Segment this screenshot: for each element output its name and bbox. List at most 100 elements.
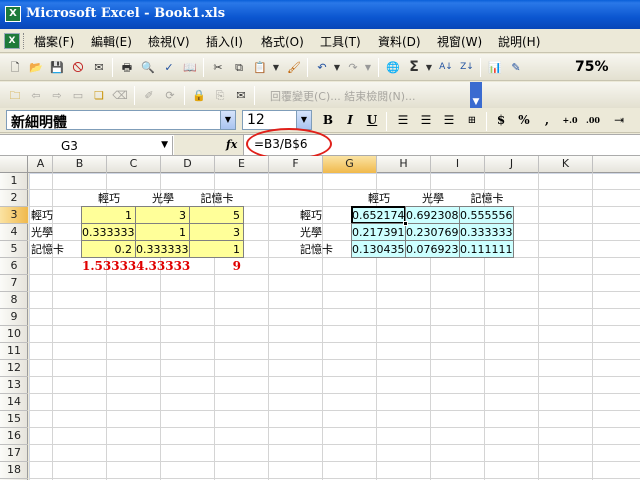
research-icon[interactable]: 📖 (181, 59, 199, 76)
indent-icon[interactable]: ⇥ (610, 112, 628, 129)
print-preview-icon[interactable]: 🔍 (139, 59, 157, 76)
header-cell[interactable]: 輕巧 (352, 190, 406, 207)
row-header[interactable]: 11 (0, 343, 28, 360)
menu-window[interactable]: 視窗(W) (437, 33, 482, 50)
value-cell[interactable]: 5 (189, 206, 244, 224)
menu-tools[interactable]: 工具(T) (320, 33, 361, 50)
toolbar-options-icon[interactable]: ▼ (470, 82, 482, 108)
column-header[interactable]: D (161, 156, 215, 173)
autosum-icon[interactable]: Σ (405, 59, 423, 76)
insert-function-icon[interactable]: fx (226, 138, 237, 151)
menu-edit[interactable]: 編輯(E) (91, 33, 132, 50)
permission-icon[interactable]: 🛇 (69, 59, 87, 76)
bold-icon[interactable]: B (319, 112, 337, 129)
row-header[interactable]: 17 (0, 445, 28, 462)
row-header[interactable]: 1 (0, 173, 28, 190)
header-cell[interactable]: 記憶卡 (460, 190, 514, 207)
italic-icon[interactable]: I (341, 112, 359, 129)
value-cell[interactable]: 0.692308 (405, 206, 460, 224)
value-cell[interactable]: 0.076923 (405, 240, 460, 258)
row-header[interactable]: 12 (0, 360, 28, 377)
row-header[interactable]: 7 (0, 275, 28, 292)
chevron-down-icon[interactable]: ▼ (220, 111, 235, 129)
sort-descending-icon[interactable]: Z↓ (458, 59, 476, 76)
redo-icon[interactable]: ↷ (344, 59, 362, 76)
zoom-level[interactable]: 75% (575, 57, 637, 77)
value-cell[interactable]: 0.333333 (459, 223, 514, 241)
share-icon[interactable]: ⎘ (211, 87, 229, 104)
row-label-cell[interactable]: 輕巧 (29, 207, 82, 224)
row-label-cell[interactable]: 記憶卡 (298, 241, 352, 258)
header-cell[interactable]: 光學 (136, 190, 190, 207)
next-comment-icon[interactable]: ⇨ (48, 87, 66, 104)
chevron-down-icon[interactable]: ▼ (270, 59, 282, 76)
decrease-decimal-icon[interactable]: .00 (584, 112, 602, 129)
currency-icon[interactable]: $ (492, 112, 510, 129)
value-cell[interactable]: 0.2 (81, 240, 136, 258)
row-header[interactable]: 10 (0, 326, 28, 343)
font-name-box[interactable]: 新細明體 ▼ (6, 110, 236, 131)
save-icon[interactable]: 💾 (48, 59, 66, 76)
previous-comment-icon[interactable]: ⇦ (27, 87, 45, 104)
font-size-box[interactable]: 12 ▼ (242, 110, 312, 130)
menu-insert[interactable]: 插入(I) (206, 33, 243, 50)
print-icon[interactable]: 🖶 (118, 59, 136, 76)
value-cell[interactable]: 0.333333 (135, 240, 190, 258)
menu-file[interactable]: 檔案(F) (34, 33, 74, 50)
chevron-down-icon[interactable]: ▼ (331, 59, 343, 76)
total-cell[interactable]: 4.33333 (136, 258, 190, 275)
value-cell[interactable]: 0.230769 (405, 223, 460, 241)
column-header[interactable]: C (107, 156, 161, 173)
spelling-icon[interactable]: ✓ (160, 59, 178, 76)
row-label-cell[interactable]: 光學 (298, 224, 352, 241)
column-header[interactable]: E (215, 156, 269, 173)
row-header[interactable]: 5 (0, 241, 28, 258)
select-all-button[interactable] (0, 156, 28, 173)
chevron-down-icon[interactable]: ▼ (296, 111, 311, 129)
column-header[interactable]: H (377, 156, 431, 173)
column-header[interactable]: J (485, 156, 539, 173)
column-header[interactable]: I (431, 156, 485, 173)
header-cell[interactable]: 輕巧 (82, 190, 136, 207)
align-right-icon[interactable]: ☰ (440, 112, 458, 129)
menu-help[interactable]: 說明(H) (498, 33, 540, 50)
workbook-icon[interactable]: X (4, 33, 20, 49)
row-header[interactable]: 13 (0, 377, 28, 394)
row-label-cell[interactable]: 記憶卡 (29, 241, 82, 258)
column-header[interactable]: A (29, 156, 53, 173)
track-changes-icon[interactable]: ✐ (140, 87, 158, 104)
row-header[interactable]: 16 (0, 428, 28, 445)
column-header[interactable]: B (53, 156, 107, 173)
open-icon[interactable]: 📂 (27, 59, 45, 76)
send-icon[interactable]: ✉ (232, 87, 250, 104)
paste-icon[interactable]: 📋 (251, 59, 269, 76)
toolbar-grip[interactable] (23, 33, 26, 49)
align-left-icon[interactable]: ☰ (394, 112, 412, 129)
row-label-cell[interactable]: 輕巧 (298, 207, 352, 224)
column-header[interactable]: G (323, 156, 377, 173)
selected-cell[interactable]: 0.652174 (351, 206, 406, 224)
hyperlink-icon[interactable]: 🌐 (384, 59, 402, 76)
delete-comment-icon[interactable]: ⌫ (111, 87, 129, 104)
update-file-icon[interactable]: ⟳ (161, 87, 179, 104)
chevron-down-icon[interactable]: ▼ (362, 59, 374, 76)
value-cell[interactable]: 0.333333 (81, 223, 136, 241)
align-center-icon[interactable]: ☰ (417, 112, 435, 129)
menu-format[interactable]: 格式(O) (261, 33, 304, 50)
new-icon[interactable]: 🗋 (6, 59, 24, 76)
show-all-comments-icon[interactable]: ❏ (90, 87, 108, 104)
folder-icon[interactable]: 🗀 (6, 87, 24, 104)
worksheet-grid[interactable]: 輕巧 光學 記憶卡 輕巧 光學 記憶卡 1 3 5 0.333333 1 3 0… (29, 173, 640, 480)
comma-style-icon[interactable]: , (538, 112, 556, 129)
merge-center-icon[interactable]: ⊞ (463, 112, 481, 129)
value-cell[interactable]: 3 (135, 206, 190, 224)
row-header[interactable]: 18 (0, 462, 28, 479)
value-cell[interactable]: 1 (81, 206, 136, 224)
row-header[interactable]: 4 (0, 224, 28, 241)
header-cell[interactable]: 光學 (406, 190, 460, 207)
drawing-icon[interactable]: ✎ (507, 59, 525, 76)
value-cell[interactable]: 0.111111 (459, 240, 514, 258)
protect-sheet-icon[interactable]: 🔒 (190, 87, 208, 104)
total-cell[interactable]: 9 (190, 258, 244, 275)
undo-icon[interactable]: ↶ (313, 59, 331, 76)
